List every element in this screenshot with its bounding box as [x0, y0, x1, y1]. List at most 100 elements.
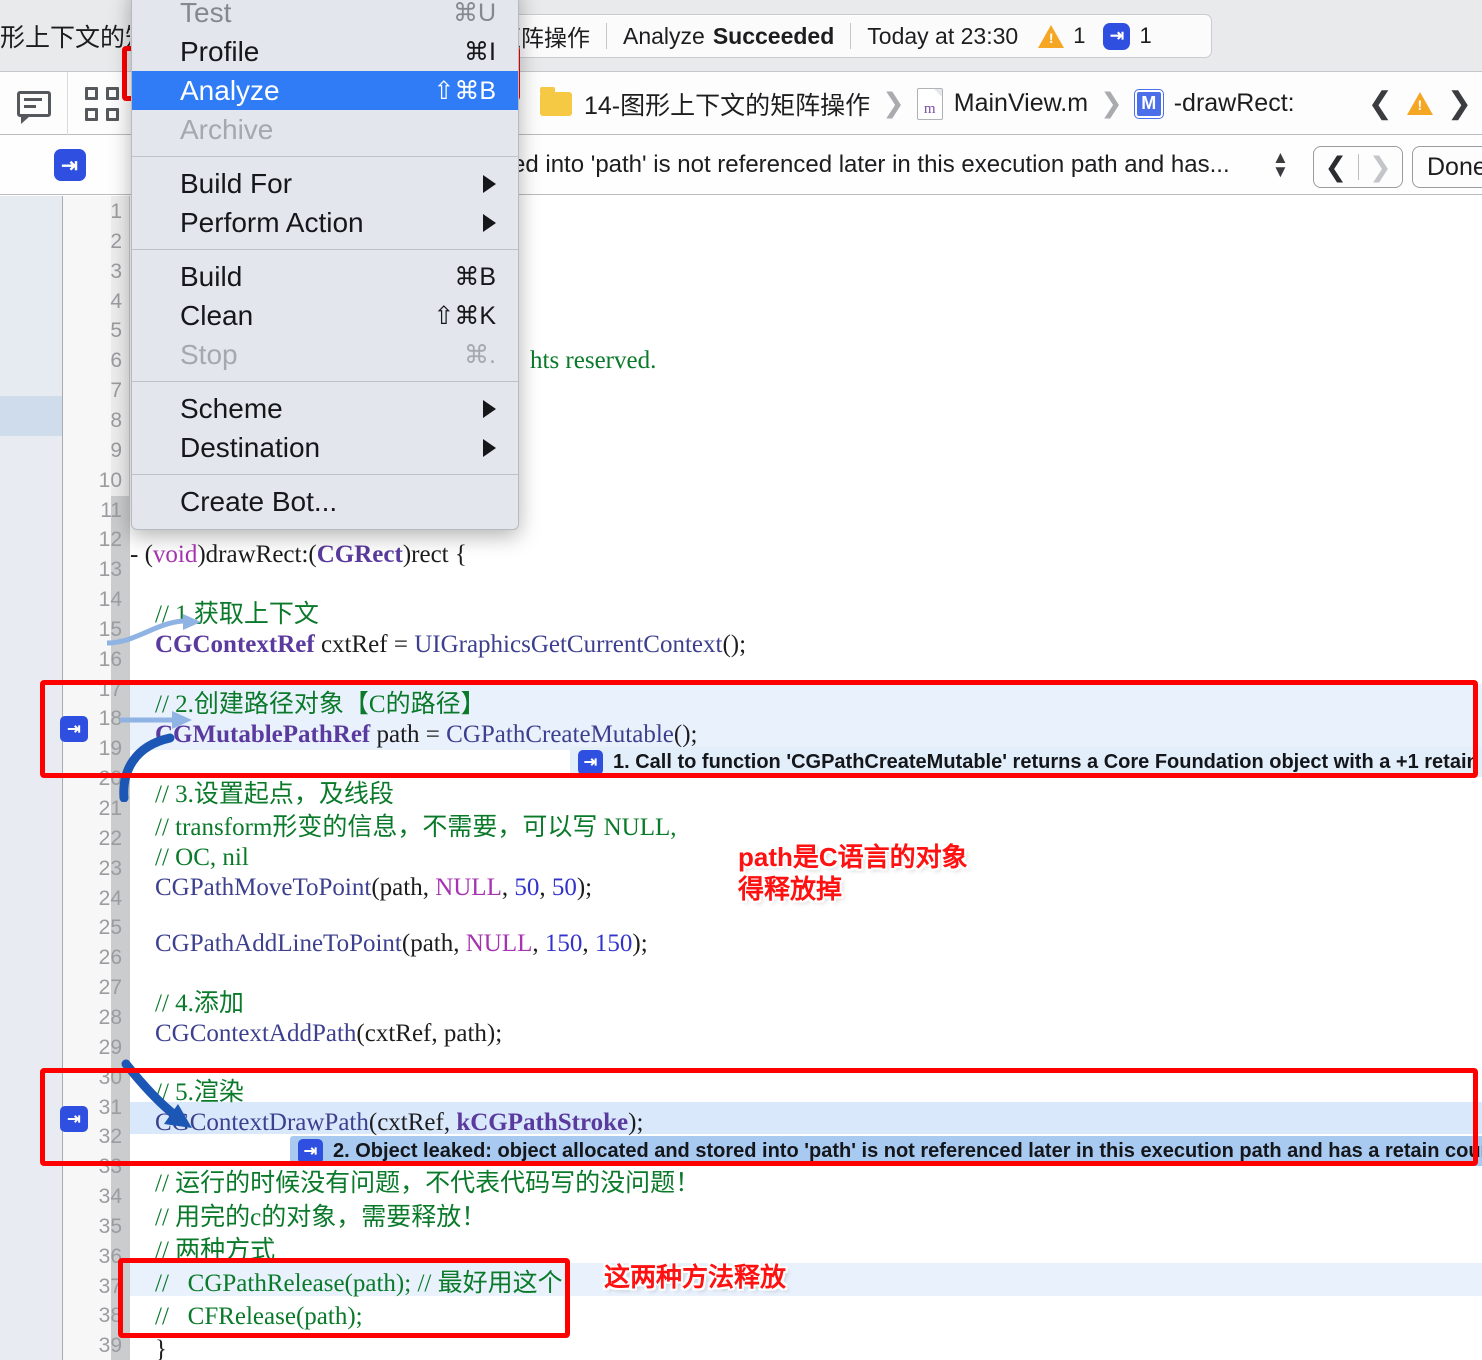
related-items-button[interactable] [68, 72, 136, 135]
code-line-36[interactable]: // 两种方式 [130, 1236, 275, 1266]
analyzer-issue-count: 1 [1139, 23, 1152, 48]
line-number: 28 [98, 1005, 122, 1029]
breadcrumb-file[interactable]: MainView.m [954, 89, 1088, 118]
line-number: 34 [98, 1185, 122, 1209]
comments-toggle-button[interactable] [0, 72, 68, 135]
line-number: 24 [98, 886, 122, 910]
issue-prev-button[interactable]: ❮ [1314, 152, 1358, 183]
code-line-26[interactable]: CGPathAddLineToPoint(path, NULL, 150, 15… [130, 929, 648, 959]
code-line-34[interactable]: // 运行的时候没有问题，不代表代码写的没问题！ [130, 1169, 700, 1199]
menu-item-destination[interactable]: Destination [132, 428, 518, 467]
line-number: 1 [110, 200, 122, 223]
menu-item-label: Clean [180, 299, 254, 331]
analyzer-message-2-text: 2. Object leaked: object allocated and s… [333, 1139, 1482, 1162]
code-line-24[interactable]: CGPathMoveToPoint(path, NULL, 50, 50); [130, 873, 592, 903]
menu-item-label: Archive [180, 113, 274, 145]
menu-item-label: Destination [180, 431, 321, 463]
stepper-down-icon[interactable]: ▼ [1272, 163, 1289, 180]
line-number: 25 [98, 916, 122, 940]
minimap-strip[interactable] [0, 196, 62, 1360]
code-line-22[interactable]: // transform形变的信息，不需要，可以写 NULL, [130, 813, 677, 843]
code-line-31[interactable]: // 5.渲染 [130, 1078, 244, 1108]
breadcrumb-warning-icon[interactable] [1406, 92, 1433, 115]
annotation-note-path-line1: path是C语言的对象 [738, 842, 968, 872]
menu-item-shortcut: ⌘. [464, 340, 496, 369]
menu-item-scheme[interactable]: Scheme [132, 389, 518, 428]
line-number: 3 [110, 259, 122, 283]
submenu-arrow-icon [483, 174, 496, 193]
code-line-39[interactable]: } [130, 1335, 167, 1360]
issue-stepper[interactable]: ▲ ▼ [1272, 149, 1289, 180]
line-number: 8 [110, 408, 122, 432]
status-result: Succeeded [712, 22, 835, 49]
code-line-18[interactable]: // 2.创建路径对象【C的路径】 [130, 690, 486, 720]
code-line-28[interactable]: // 4.添加 [130, 989, 244, 1019]
breadcrumb-separator-1: ❯ [882, 88, 905, 118]
code-line-21[interactable]: // 3.设置起点，及线段 [130, 780, 394, 810]
annotation-note-release-line1: 这两种方法释放 [604, 1262, 787, 1292]
breadcrumb-symbol[interactable]: -drawRect: [1174, 89, 1295, 118]
submenu-arrow-icon [483, 438, 496, 457]
code-line-16[interactable]: CGContextRef cxtRef = UIGraphicsGetCurre… [130, 630, 746, 660]
code-line-23[interactable]: // OC, nil [130, 843, 249, 873]
line-number: 6 [110, 349, 122, 373]
annotation-note-path-line2: 得释放掉 [738, 873, 843, 904]
menu-item-label: Build For [180, 167, 293, 199]
menu-item-analyze[interactable]: Analyze ⇧⌘B [132, 71, 518, 110]
menu-item-label: Stop [180, 338, 238, 370]
file-icon-letter: m [923, 100, 936, 117]
folder-icon [540, 86, 572, 116]
previous-issue-button[interactable]: ❮ [1368, 86, 1393, 121]
menu-item-clean[interactable]: Clean ⇧⌘K [132, 296, 518, 335]
line-number: 37 [98, 1274, 122, 1298]
issue-nav-group[interactable]: ❮ ❯ [1313, 146, 1403, 188]
menu-item-perform-action[interactable]: Perform Action [132, 203, 518, 242]
line-number: 4 [110, 289, 122, 313]
breadcrumb-separator-2: ❯ [1100, 88, 1123, 118]
code-line-35[interactable]: // 用完的c的对象，需要释放！ [130, 1203, 486, 1233]
activity-status-pill[interactable]: 的矩阵操作 Analyze Succeeded Today at 23:30 1… [460, 14, 1212, 58]
menu-item-build-for[interactable]: Build For [132, 164, 518, 203]
status-divider-2 [850, 23, 852, 49]
next-issue-button[interactable]: ❯ [1447, 86, 1472, 121]
menu-item-build[interactable]: Build ⌘B [132, 257, 518, 296]
submenu-arrow-icon [483, 213, 496, 232]
speech-bubble-icon [16, 90, 51, 124]
menu-item-create-bot[interactable]: Create Bot... [132, 482, 518, 521]
status-timestamp: Today at 23:30 [867, 22, 1019, 49]
menu-item-profile[interactable]: Profile ⌘I [132, 32, 518, 71]
menu-item-test[interactable]: Test ⌘U [132, 0, 518, 32]
code-line-38[interactable]: // CFRelease(path); [130, 1302, 363, 1332]
line-number: 18 [98, 707, 122, 731]
code-line-29[interactable]: CGContextAddPath(cxtRef, path); [130, 1019, 502, 1049]
analyzer-message-2[interactable]: ⇥ 2. Object leaked: object allocated and… [290, 1136, 1482, 1166]
line-number: 11 [100, 498, 122, 522]
code-line-15[interactable]: // 1.获取上下文 [130, 600, 319, 630]
done-button[interactable]: Done [1412, 146, 1482, 188]
issue-next-button[interactable]: ❯ [1359, 152, 1403, 183]
menu-item-stop: Stop ⌘. [132, 335, 518, 374]
analyzer-message-1-text: 1. Call to function 'CGPathCreateMutable… [613, 750, 1482, 773]
gutter-analyzer-badge-line32[interactable]: ⇥ [60, 1106, 88, 1132]
code-line-32[interactable]: CGContextDrawPath(cxtRef, kCGPathStroke)… [130, 1108, 643, 1138]
analyzer-message-1[interactable]: ⇥ 1. Call to function 'CGPathCreateMutab… [570, 747, 1482, 777]
breadcrumb: 14-图形上下文的矩阵操作 ❯ m MainView.m ❯ M -drawRe… [540, 72, 1295, 135]
analyzer-step-1-icon: ⇥ [578, 749, 603, 775]
menu-item-label: Analyze [180, 74, 280, 106]
product-menu-items: Test ⌘U Profile ⌘I Analyze ⇧⌘B Archive Build Fo… [132, 0, 518, 521]
breadcrumb-project[interactable]: 14-图形上下文的矩阵操作 [584, 86, 870, 122]
line-number: 35 [98, 1214, 122, 1238]
line-number: 14 [98, 588, 122, 612]
issue-message: stored into 'path' is not referenced lat… [472, 151, 1230, 178]
line-number: 2 [110, 229, 122, 253]
line-number: 7 [110, 379, 122, 403]
line-number: 17 [98, 677, 122, 701]
analyzer-step-2-icon: ⇥ [298, 1138, 323, 1164]
code-line-13[interactable]: - (void)drawRect:(CGRect)rect { [130, 540, 467, 570]
line-number: 31 [98, 1095, 122, 1119]
line-number: 13 [98, 558, 122, 582]
gutter-analyzer-badge-line19[interactable]: ⇥ [60, 716, 88, 742]
code-line-37[interactable]: // CGPathRelease(path); // 最好用这个 [130, 1269, 563, 1299]
code-line-19[interactable]: CGMutablePathRef path = CGPathCreateMuta… [130, 720, 698, 750]
product-menu[interactable]: Test ⌘U Profile ⌘I Analyze ⇧⌘B Archive Build Fo… [131, 0, 519, 530]
